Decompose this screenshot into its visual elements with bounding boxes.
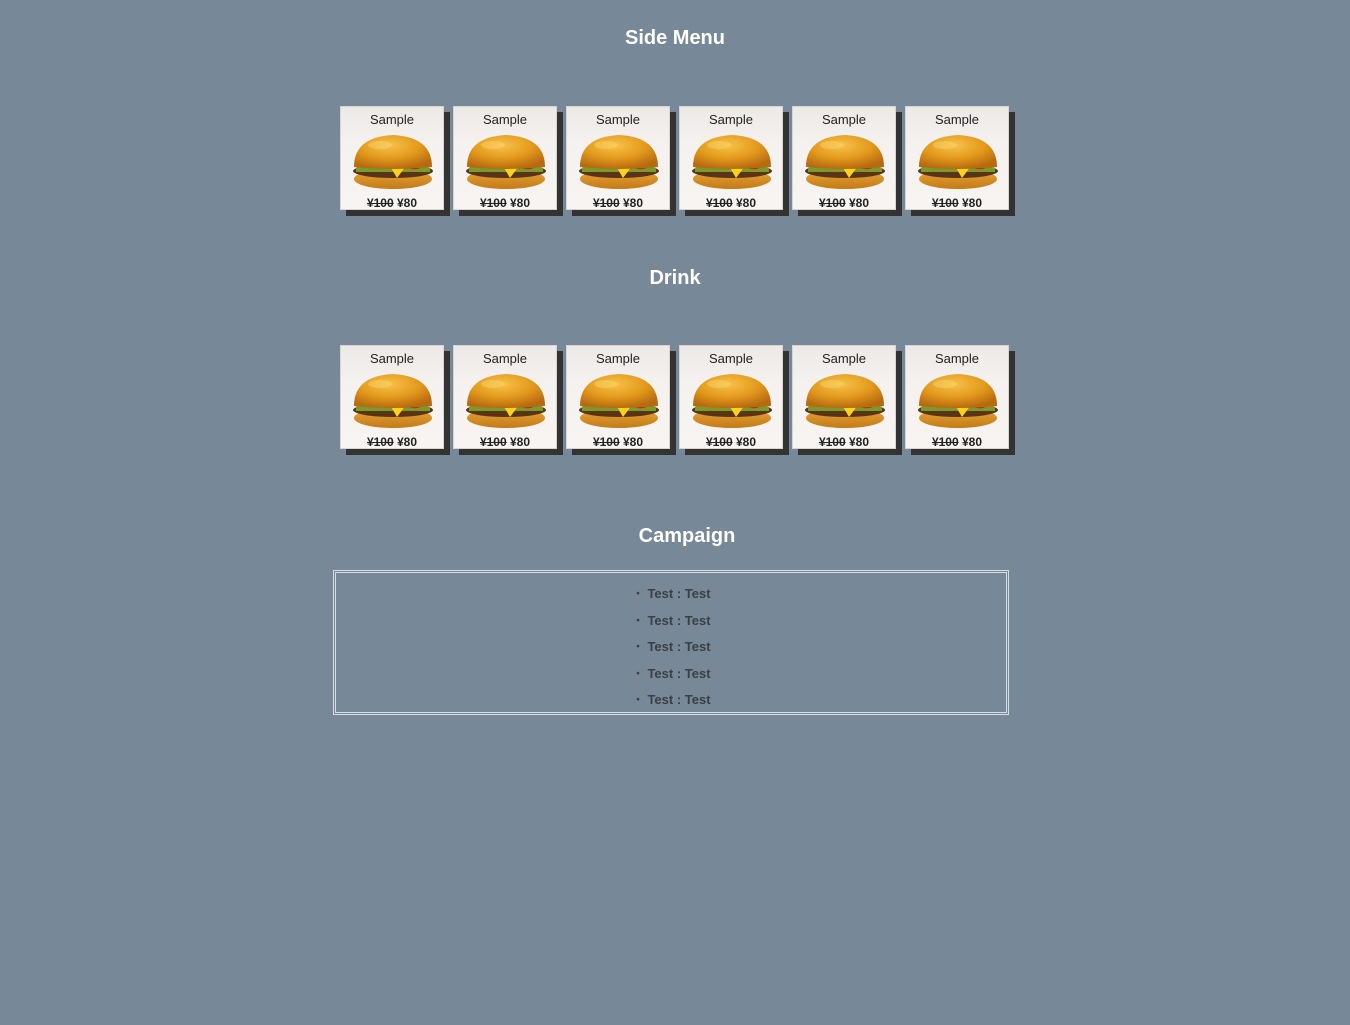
campaign-list: ・ Test : Test ・ Test : Test ・ Test : Test ・…: [336, 573, 1006, 717]
campaign-item[interactable]: ・ Test : Test: [336, 637, 1006, 664]
menu-card[interactable]: Sample ¥100 ¥80: [453, 345, 557, 449]
menu-card[interactable]: Sample ¥100 ¥80: [679, 345, 783, 449]
cheeseburger-image: [918, 135, 998, 189]
campaign-item-text: Test : Test: [647, 612, 711, 628]
menu-card[interactable]: Sample ¥100 ¥80: [792, 345, 896, 449]
card-old-price: ¥100: [931, 435, 959, 449]
campaign-item[interactable]: ・ Test : Test: [336, 690, 1006, 717]
card-sale-price: ¥80: [849, 435, 870, 449]
card-price: ¥100 ¥80: [567, 196, 669, 210]
card-price: ¥100 ¥80: [341, 435, 443, 449]
cheeseburger-image: [692, 135, 772, 189]
card-name: Sample: [821, 112, 867, 127]
card-price: ¥100 ¥80: [793, 196, 895, 210]
card-price: ¥100 ¥80: [454, 196, 556, 210]
card-price: ¥100 ¥80: [680, 196, 782, 210]
bullet: ・: [631, 639, 645, 655]
card-sale-price: ¥80: [397, 196, 418, 210]
card-sale-price: ¥80: [623, 196, 644, 210]
card-old-price: ¥100: [818, 196, 846, 210]
card-sale-price: ¥80: [962, 196, 983, 210]
campaign-item-text: Test : Test: [647, 639, 711, 655]
card-old-price: ¥100: [479, 435, 507, 449]
card-sale-price: ¥80: [962, 435, 983, 449]
card-price: ¥100 ¥80: [906, 435, 1008, 449]
campaign-item-text: Test : Test: [647, 586, 711, 601]
card-name: Sample: [482, 112, 528, 127]
menu-card[interactable]: Sample ¥100 ¥80: [792, 106, 896, 210]
card-old-price: ¥100: [705, 196, 733, 210]
card-name: Sample: [369, 351, 415, 366]
menu-card[interactable]: Sample ¥100 ¥80: [453, 106, 557, 210]
card-old-price: ¥100: [366, 435, 394, 449]
campaign-item[interactable]: ・ Test : Test: [336, 664, 1006, 691]
menu-page: Side Menu Sample ¥100 ¥80 Sample ¥100 ¥8…: [0, 0, 1350, 1025]
menu-card[interactable]: Sample ¥100 ¥80: [340, 106, 444, 210]
card-old-price: ¥100: [592, 196, 620, 210]
section-title-campaign: Campaign: [638, 525, 736, 547]
cheeseburger-image: [353, 135, 433, 189]
campaign-item-text: Test : Test: [647, 692, 711, 708]
side-menu-row: Sample ¥100 ¥80 Sample ¥100 ¥80 Sample ¥…: [340, 106, 1040, 218]
card-old-price: ¥100: [592, 435, 620, 449]
card-price: ¥100 ¥80: [454, 435, 556, 449]
cheeseburger-image: [353, 374, 433, 428]
bullet: ・: [631, 692, 645, 708]
card-name: Sample: [934, 112, 980, 127]
cheeseburger-image: [466, 135, 546, 189]
card-sale-price: ¥80: [736, 435, 757, 449]
cheeseburger-image: [918, 374, 998, 428]
menu-card[interactable]: Sample ¥100 ¥80: [566, 106, 670, 210]
card-price: ¥100 ¥80: [341, 196, 443, 210]
campaign-box: ・ Test : Test ・ Test : Test ・ Test : Test ・…: [333, 570, 1009, 715]
cheeseburger-image: [579, 374, 659, 428]
drink-row: Sample ¥100 ¥80 Sample ¥100 ¥80 Sample ¥…: [340, 345, 1040, 457]
card-name: Sample: [595, 351, 641, 366]
card-sale-price: ¥80: [397, 435, 418, 449]
card-sale-price: ¥80: [510, 435, 531, 449]
card-name: Sample: [708, 351, 754, 366]
cheeseburger-image: [466, 374, 546, 428]
campaign-item-text: Test : Test: [647, 665, 711, 681]
card-name: Sample: [708, 112, 754, 127]
bullet: ・: [631, 665, 645, 681]
section-title-drink: Drink: [649, 267, 701, 289]
card-old-price: ¥100: [366, 196, 394, 210]
card-sale-price: ¥80: [623, 435, 644, 449]
card-sale-price: ¥80: [736, 196, 757, 210]
card-name: Sample: [934, 351, 980, 366]
bullet: ・: [631, 612, 645, 628]
card-price: ¥100 ¥80: [680, 435, 782, 449]
cheeseburger-image: [692, 374, 772, 428]
card-price: ¥100 ¥80: [793, 435, 895, 449]
card-name: Sample: [821, 351, 867, 366]
campaign-item[interactable]: ・ Test : Test: [336, 611, 1006, 638]
cheeseburger-image: [805, 135, 885, 189]
card-name: Sample: [369, 112, 415, 127]
card-sale-price: ¥80: [849, 196, 870, 210]
card-price: ¥100 ¥80: [906, 196, 1008, 210]
card-name: Sample: [595, 112, 641, 127]
menu-card[interactable]: Sample ¥100 ¥80: [679, 106, 783, 210]
section-title-side-menu: Side Menu: [624, 27, 725, 49]
card-old-price: ¥100: [479, 196, 507, 210]
card-name: Sample: [482, 351, 528, 366]
menu-card[interactable]: Sample ¥100 ¥80: [905, 345, 1009, 449]
card-old-price: ¥100: [705, 435, 733, 449]
cheeseburger-image: [805, 374, 885, 428]
card-sale-price: ¥80: [510, 196, 531, 210]
card-old-price: ¥100: [931, 196, 959, 210]
card-old-price: ¥100: [818, 435, 846, 449]
menu-card[interactable]: Sample ¥100 ¥80: [905, 106, 1009, 210]
campaign-item[interactable]: ・ Test : Test: [336, 584, 1006, 611]
cheeseburger-image: [579, 135, 659, 189]
card-price: ¥100 ¥80: [567, 435, 669, 449]
menu-card[interactable]: Sample ¥100 ¥80: [340, 345, 444, 449]
bullet: ・: [631, 586, 645, 601]
menu-card[interactable]: Sample ¥100 ¥80: [566, 345, 670, 449]
